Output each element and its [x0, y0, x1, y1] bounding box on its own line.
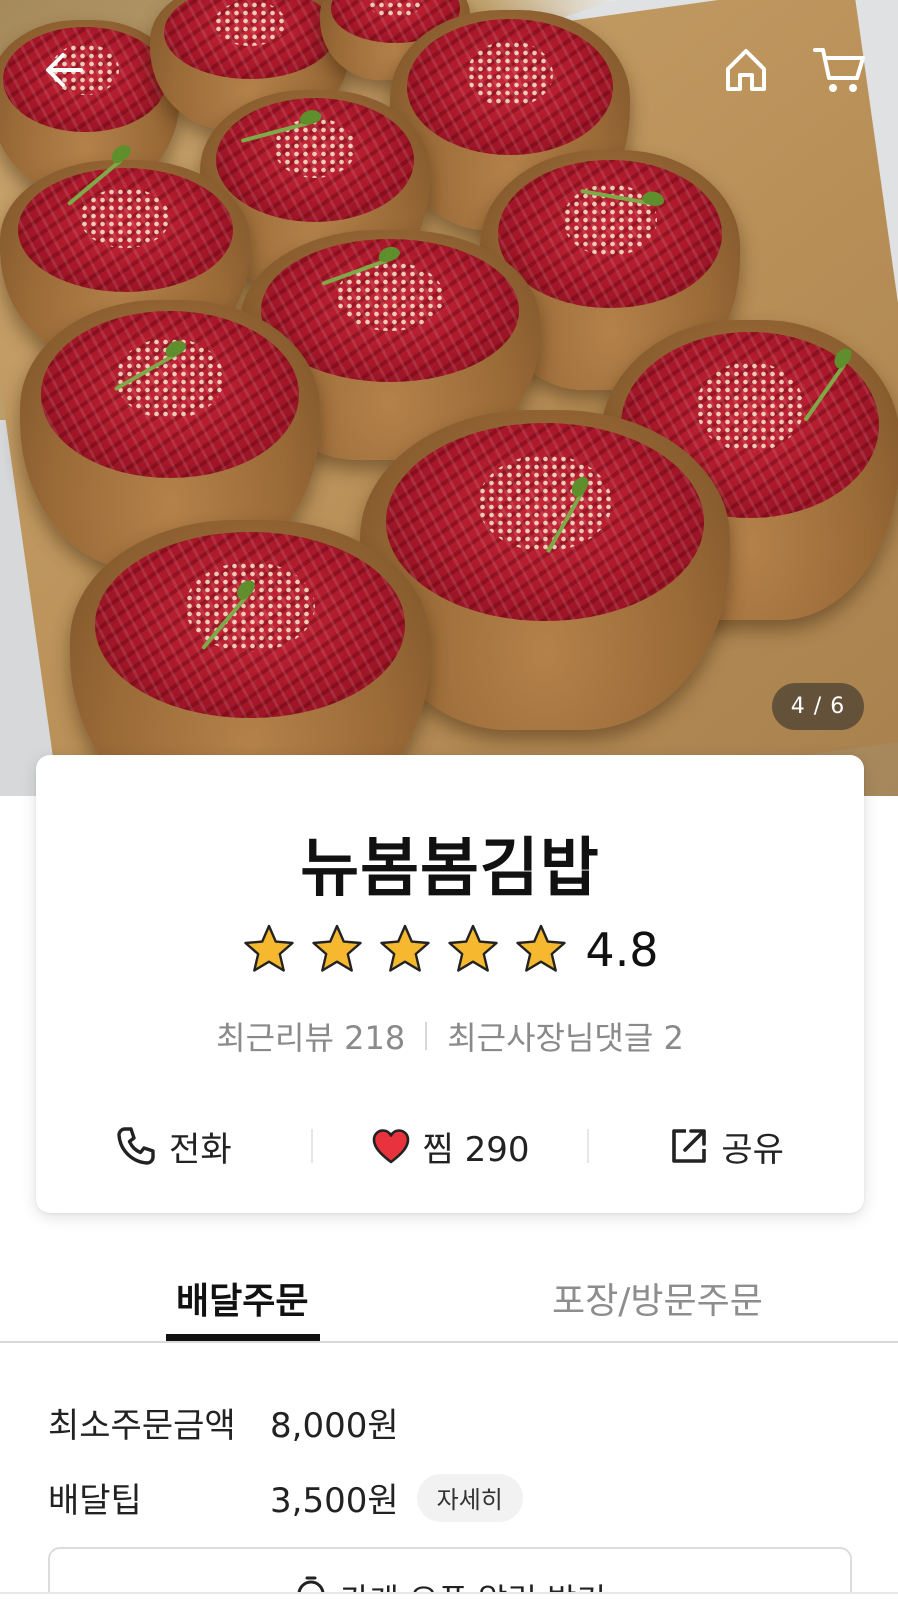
home-button[interactable] [716, 40, 776, 100]
cart-button[interactable] [808, 40, 872, 100]
like-label: 찜 290 [422, 1129, 530, 1170]
store-name: 뉴봄봄김밥 [300, 832, 600, 906]
recent-reviews-link[interactable]: 최근리뷰 218 [216, 1013, 405, 1059]
star-icon [380, 924, 431, 972]
arrow-left-icon [46, 53, 83, 87]
star-icon [244, 924, 295, 972]
call-label: 전화 [169, 1129, 232, 1170]
heart-icon [372, 1129, 409, 1164]
call-button[interactable]: 전화 [36, 1122, 311, 1171]
back-button[interactable] [36, 42, 92, 98]
store-info-card: 뉴봄봄김밥 4.8 최근리뷰 218 최근사장님댓글 2 전화 찜 290 공유 [36, 755, 864, 1213]
cart-icon [813, 48, 865, 92]
action-bar: 전화 찜 290 공유 [36, 1111, 864, 1181]
min-order-value: 8,000원 [270, 1406, 399, 1446]
delivery-tip-label: 배달팁 [48, 1481, 142, 1521]
share-icon [672, 1129, 707, 1163]
rating-value: 4.8 [585, 923, 659, 977]
order-type-tabs: 배달주문 포장/방문주문 [0, 1254, 898, 1344]
star-icon [312, 924, 363, 972]
divider [425, 1022, 428, 1050]
min-order-row: 최소주문금액 8,000원 [48, 1398, 399, 1447]
star-icon [448, 924, 499, 972]
delivery-tip-row: 배달팁 3,500원 자세히 [48, 1473, 523, 1522]
share-label: 공유 [721, 1129, 784, 1170]
home-icon [726, 49, 766, 91]
phone-icon [117, 1127, 155, 1165]
bottom-edge [0, 1592, 898, 1613]
like-button[interactable]: 찜 290 [313, 1122, 588, 1171]
star-icon [516, 924, 567, 972]
tab-delivery-order[interactable]: 배달주문 [176, 1272, 308, 1324]
review-counts: 최근리뷰 218 최근사장님댓글 2 [36, 1013, 864, 1059]
image-counter: 4 / 6 [772, 683, 864, 730]
owner-replies-link[interactable]: 최근사장님댓글 2 [447, 1013, 684, 1059]
share-button[interactable]: 공유 [589, 1122, 864, 1171]
tab-pickup-order[interactable]: 포장/방문주문 [552, 1272, 763, 1324]
delivery-tip-value: 3,500원 [270, 1481, 399, 1521]
tab-divider [0, 1341, 898, 1343]
min-order-label: 최소주문금액 [48, 1406, 236, 1446]
rating-row[interactable]: 4.8 [36, 920, 864, 980]
store-photo[interactable]: 4 / 6 [0, 0, 898, 796]
delivery-tip-detail-button[interactable]: 자세히 [416, 1473, 523, 1522]
